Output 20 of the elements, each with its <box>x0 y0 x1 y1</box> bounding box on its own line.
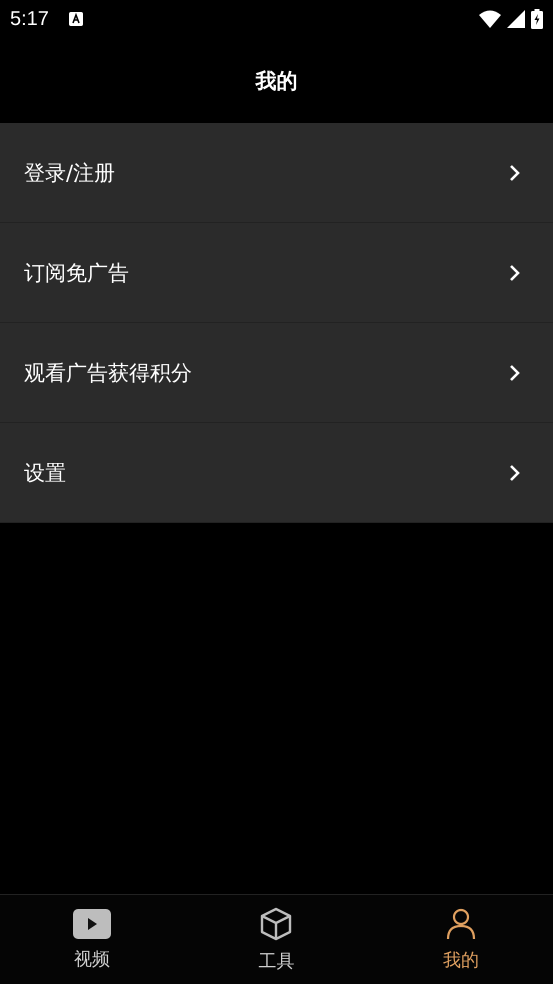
signal-icon <box>507 10 525 28</box>
nav-tab[interactable]: 工具 <box>184 895 369 984</box>
menu-item[interactable]: 登录/注册 <box>0 123 553 223</box>
nav-tab[interactable]: 我的 <box>368 895 553 984</box>
chevron-right-icon <box>509 264 521 282</box>
menu-item[interactable]: 观看广告获得积分 <box>0 323 553 423</box>
wifi-icon <box>479 10 501 28</box>
status-time: 5:17 <box>10 8 49 30</box>
nav-tab[interactable]: 视频 <box>0 895 184 984</box>
play-icon <box>73 908 112 938</box>
battery-icon <box>531 9 543 29</box>
chevron-right-icon <box>509 464 521 482</box>
page-title: 我的 <box>256 68 298 94</box>
cube-icon <box>259 906 294 940</box>
chevron-right-icon <box>509 164 521 182</box>
notification-icon <box>68 12 83 26</box>
menu-item[interactable]: 设置 <box>0 423 553 523</box>
menu-item[interactable]: 订阅免广告 <box>0 223 553 323</box>
chevron-right-icon <box>509 364 521 382</box>
person-icon <box>446 908 476 940</box>
